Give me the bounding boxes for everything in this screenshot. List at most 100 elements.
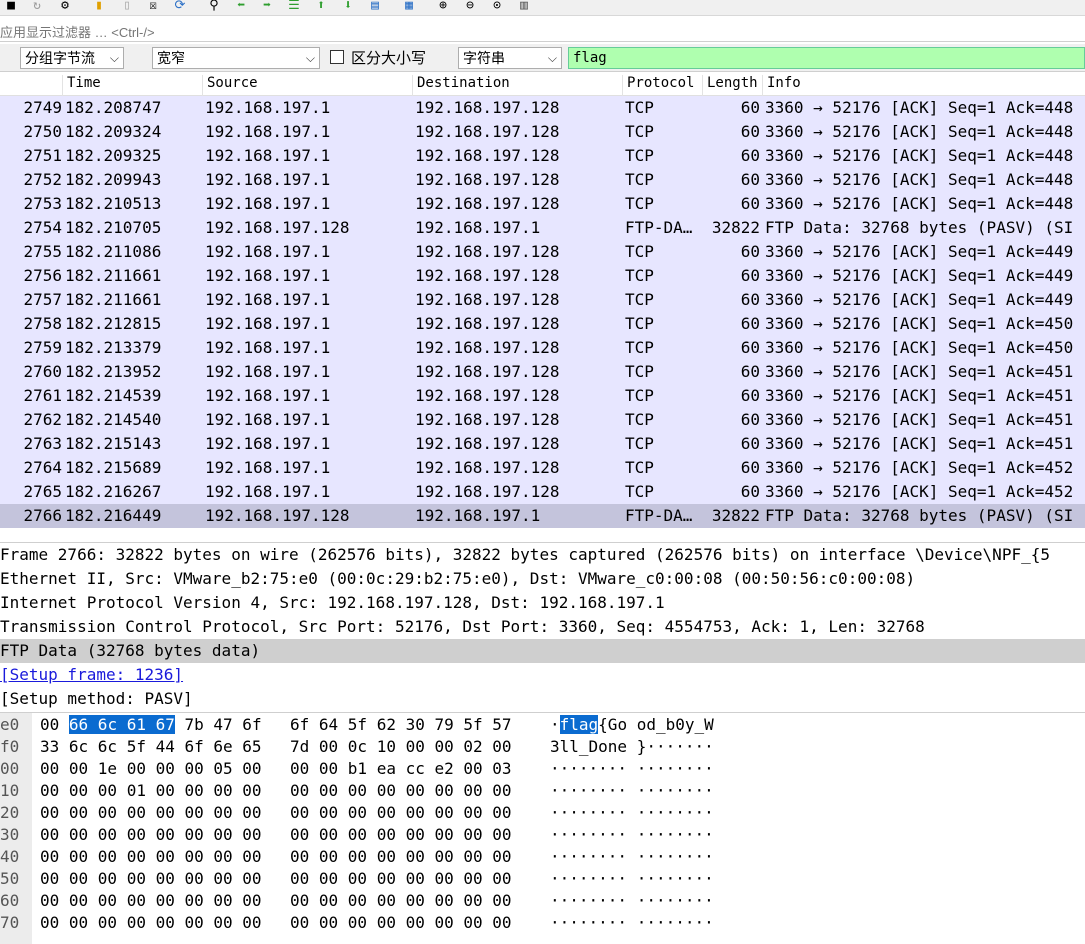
save-icon[interactable]: ▯	[118, 0, 136, 14]
hex-bytes-left[interactable]: 00 00 00 00 00 00 00 00	[40, 891, 262, 910]
column-header-source[interactable]: Source	[202, 75, 412, 97]
zoom-in-icon[interactable]: ⊕	[434, 0, 452, 14]
hex-bytes-right[interactable]: 00 00 00 00 00 00 00 00	[290, 803, 512, 822]
hex-offset[interactable]: 10	[0, 781, 19, 800]
charset-select[interactable]: 宽窄 ⌵	[152, 47, 320, 69]
hex-offset[interactable]: 50	[0, 869, 19, 888]
table-row[interactable]: 2751 182.209325 192.168.197.1 192.168.197.1…	[0, 144, 1085, 168]
hex-offset[interactable]: 20	[0, 803, 19, 822]
column-header-no[interactable]	[0, 75, 62, 97]
table-row[interactable]: 2749 182.208747 192.168.197.1 192.168.197.1…	[0, 96, 1085, 120]
hex-offset[interactable]: 00	[0, 759, 19, 778]
hex-bytes-right[interactable]: 00 00 b1 ea cc e2 00 03	[290, 759, 512, 778]
table-row[interactable]: 2761 182.214539 192.168.197.1 192.168.197.1…	[0, 384, 1085, 408]
reload-icon[interactable]: ⟳	[171, 0, 189, 14]
table-row[interactable]: 2756 182.211661 192.168.197.1 192.168.197.1…	[0, 264, 1085, 288]
ascii-bytes[interactable]: ········ ········	[550, 803, 714, 822]
hex-bytes-right[interactable]: 00 00 00 00 00 00 00 00	[290, 869, 512, 888]
table-row[interactable]: 2757 182.211661 192.168.197.1 192.168.197.1…	[0, 288, 1085, 312]
table-row[interactable]: 2759 182.213379 192.168.197.1 192.168.197.1…	[0, 336, 1085, 360]
hex-offset[interactable]: 60	[0, 891, 19, 910]
detail-setup-method[interactable]: [Setup method: PASV]	[0, 687, 1085, 710]
ascii-bytes[interactable]: ········ ········	[550, 781, 714, 800]
find-search-input[interactable]: flag	[568, 47, 1085, 69]
detail-ip[interactable]: Internet Protocol Version 4, Src: 192.16…	[0, 591, 1085, 615]
table-row[interactable]: 2766 182.216449 192.168.197.128 192.168.197…	[0, 504, 1085, 528]
ascii-bytes[interactable]: ········ ········	[550, 869, 714, 888]
table-row[interactable]: 2763 182.215143 192.168.197.1 192.168.197.1…	[0, 432, 1085, 456]
hex-bytes-left[interactable]: 00 00 00 00 00 00 00 00	[40, 803, 262, 822]
last-icon[interactable]: ⬇	[339, 0, 357, 14]
open-icon[interactable]: ▮	[90, 0, 108, 14]
hex-bytes-left[interactable]: 00 00 00 00 00 00 00 00	[40, 913, 262, 932]
ascii-bytes[interactable]: 3ll_Done }·······	[550, 737, 714, 756]
hex-bytes-left[interactable]: 00 00 1e 00 00 00 05 00	[40, 759, 262, 778]
ascii-bytes[interactable]: ········ ········	[550, 913, 714, 932]
ascii-bytes-text: ········ ········	[550, 759, 714, 778]
hex-bytes-left[interactable]: 00 00 00 00 00 00 00 00	[40, 847, 262, 866]
back-icon[interactable]: ⬅	[232, 0, 250, 14]
detail-setup-frame-link[interactable]: [Setup frame: 1236]	[0, 663, 1085, 687]
detail-ethernet[interactable]: Ethernet II, Src: VMware_b2:75:e0 (00:0c…	[0, 567, 1085, 591]
close-file-icon[interactable]: ☒	[144, 0, 162, 14]
ascii-bytes[interactable]: ········ ········	[550, 825, 714, 844]
table-row[interactable]: 2754 182.210705 192.168.197.128 192.168.197…	[0, 216, 1085, 240]
column-header-length[interactable]: Length	[702, 75, 762, 97]
search-in-select[interactable]: 分组字节流 ⌵	[20, 47, 124, 69]
table-row[interactable]: 2762 182.214540 192.168.197.1 192.168.197.1…	[0, 408, 1085, 432]
column-header-destination[interactable]: Destination	[412, 75, 622, 97]
hex-bytes-right[interactable]: 00 00 00 00 00 00 00 00	[290, 825, 512, 844]
hex-offset[interactable]: 40	[0, 847, 19, 866]
detail-frame[interactable]: Frame 2766: 32822 bytes on wire (262576 …	[0, 543, 1085, 567]
hex-offset[interactable]: f0	[0, 737, 19, 756]
detail-tcp[interactable]: Transmission Control Protocol, Src Port:…	[0, 615, 1085, 639]
column-header-protocol[interactable]: Protocol	[622, 75, 702, 97]
table-row[interactable]: 2760 182.213952 192.168.197.1 192.168.197.1…	[0, 360, 1085, 384]
display-filter-input[interactable]	[0, 22, 1085, 42]
hex-bytes-left[interactable]: 00 00 00 00 00 00 00 00	[40, 825, 262, 844]
ascii-bytes[interactable]: ········ ········	[550, 759, 714, 778]
hex-offset[interactable]: 30	[0, 825, 19, 844]
hex-offset[interactable]: 70	[0, 913, 19, 932]
hex-bytes-right[interactable]: 00 00 00 00 00 00 00 00	[290, 781, 512, 800]
packet-source: 192.168.197.1	[205, 362, 331, 381]
stop-icon[interactable]: ■	[2, 0, 20, 14]
table-row[interactable]: 2752 182.209943 192.168.197.1 192.168.197.1…	[0, 168, 1085, 192]
hex-bytes-right[interactable]: 6f 64 5f 62 30 79 5f 57	[290, 715, 512, 734]
hex-bytes-left[interactable]: 00 66 6c 61 67 7b 47 6f	[40, 715, 262, 734]
column-header-info[interactable]: Info	[762, 75, 1085, 97]
hex-bytes-left[interactable]: 00 00 00 00 00 00 00 00	[40, 869, 262, 888]
table-row[interactable]: 2755 182.211086 192.168.197.1 192.168.197.1…	[0, 240, 1085, 264]
detail-ftp-data[interactable]: FTP Data (32768 bytes data)	[0, 639, 1085, 663]
zoom-reset-icon[interactable]: ⊙	[488, 0, 506, 14]
case-sensitive-checkbox[interactable]	[330, 50, 344, 64]
table-row[interactable]: 2758 182.212815 192.168.197.1 192.168.197.1…	[0, 312, 1085, 336]
hex-bytes-right[interactable]: 00 00 00 00 00 00 00 00	[290, 891, 512, 910]
goto-icon[interactable]: ☰	[285, 0, 303, 14]
forward-icon[interactable]: ➡	[258, 0, 276, 14]
restart-icon[interactable]: ↻	[28, 0, 46, 14]
table-row[interactable]: 2764 182.215689 192.168.197.1 192.168.197.1…	[0, 456, 1085, 480]
hex-bytes-right[interactable]: 00 00 00 00 00 00 00 00	[290, 913, 512, 932]
hex-bytes-left[interactable]: 00 00 00 01 00 00 00 00	[40, 781, 262, 800]
ascii-bytes[interactable]: ········ ········	[550, 847, 714, 866]
hex-bytes-right[interactable]: 7d 00 0c 10 00 00 02 00	[290, 737, 512, 756]
find-icon[interactable]: ⚲	[205, 0, 223, 14]
resize-columns-icon[interactable]: ▥	[515, 0, 533, 14]
colorize-icon[interactable]: ▦	[400, 0, 418, 14]
column-header-time[interactable]: Time	[62, 75, 202, 97]
packet-info: 3360 → 52176 [ACK] Seq=1 Ack=451	[765, 434, 1074, 453]
ascii-bytes[interactable]: ·flag{Go od_b0y_W	[550, 715, 714, 734]
options-icon[interactable]: ⚙	[56, 0, 74, 14]
table-row[interactable]: 2750 182.209324 192.168.197.1 192.168.197.1…	[0, 120, 1085, 144]
hex-bytes-right[interactable]: 00 00 00 00 00 00 00 00	[290, 847, 512, 866]
table-row[interactable]: 2765 182.216267 192.168.197.1 192.168.197.1…	[0, 480, 1085, 504]
hex-bytes-left[interactable]: 33 6c 6c 5f 44 6f 6e 65	[40, 737, 262, 756]
ascii-bytes[interactable]: ········ ········	[550, 891, 714, 910]
search-type-select[interactable]: 字符串 ⌵	[458, 47, 562, 69]
autoscroll-icon[interactable]: ▤	[366, 0, 384, 14]
first-icon[interactable]: ⬆	[312, 0, 330, 14]
hex-offset[interactable]: e0	[0, 715, 19, 734]
zoom-out-icon[interactable]: ⊖	[461, 0, 479, 14]
table-row[interactable]: 2753 182.210513 192.168.197.1 192.168.197.1…	[0, 192, 1085, 216]
